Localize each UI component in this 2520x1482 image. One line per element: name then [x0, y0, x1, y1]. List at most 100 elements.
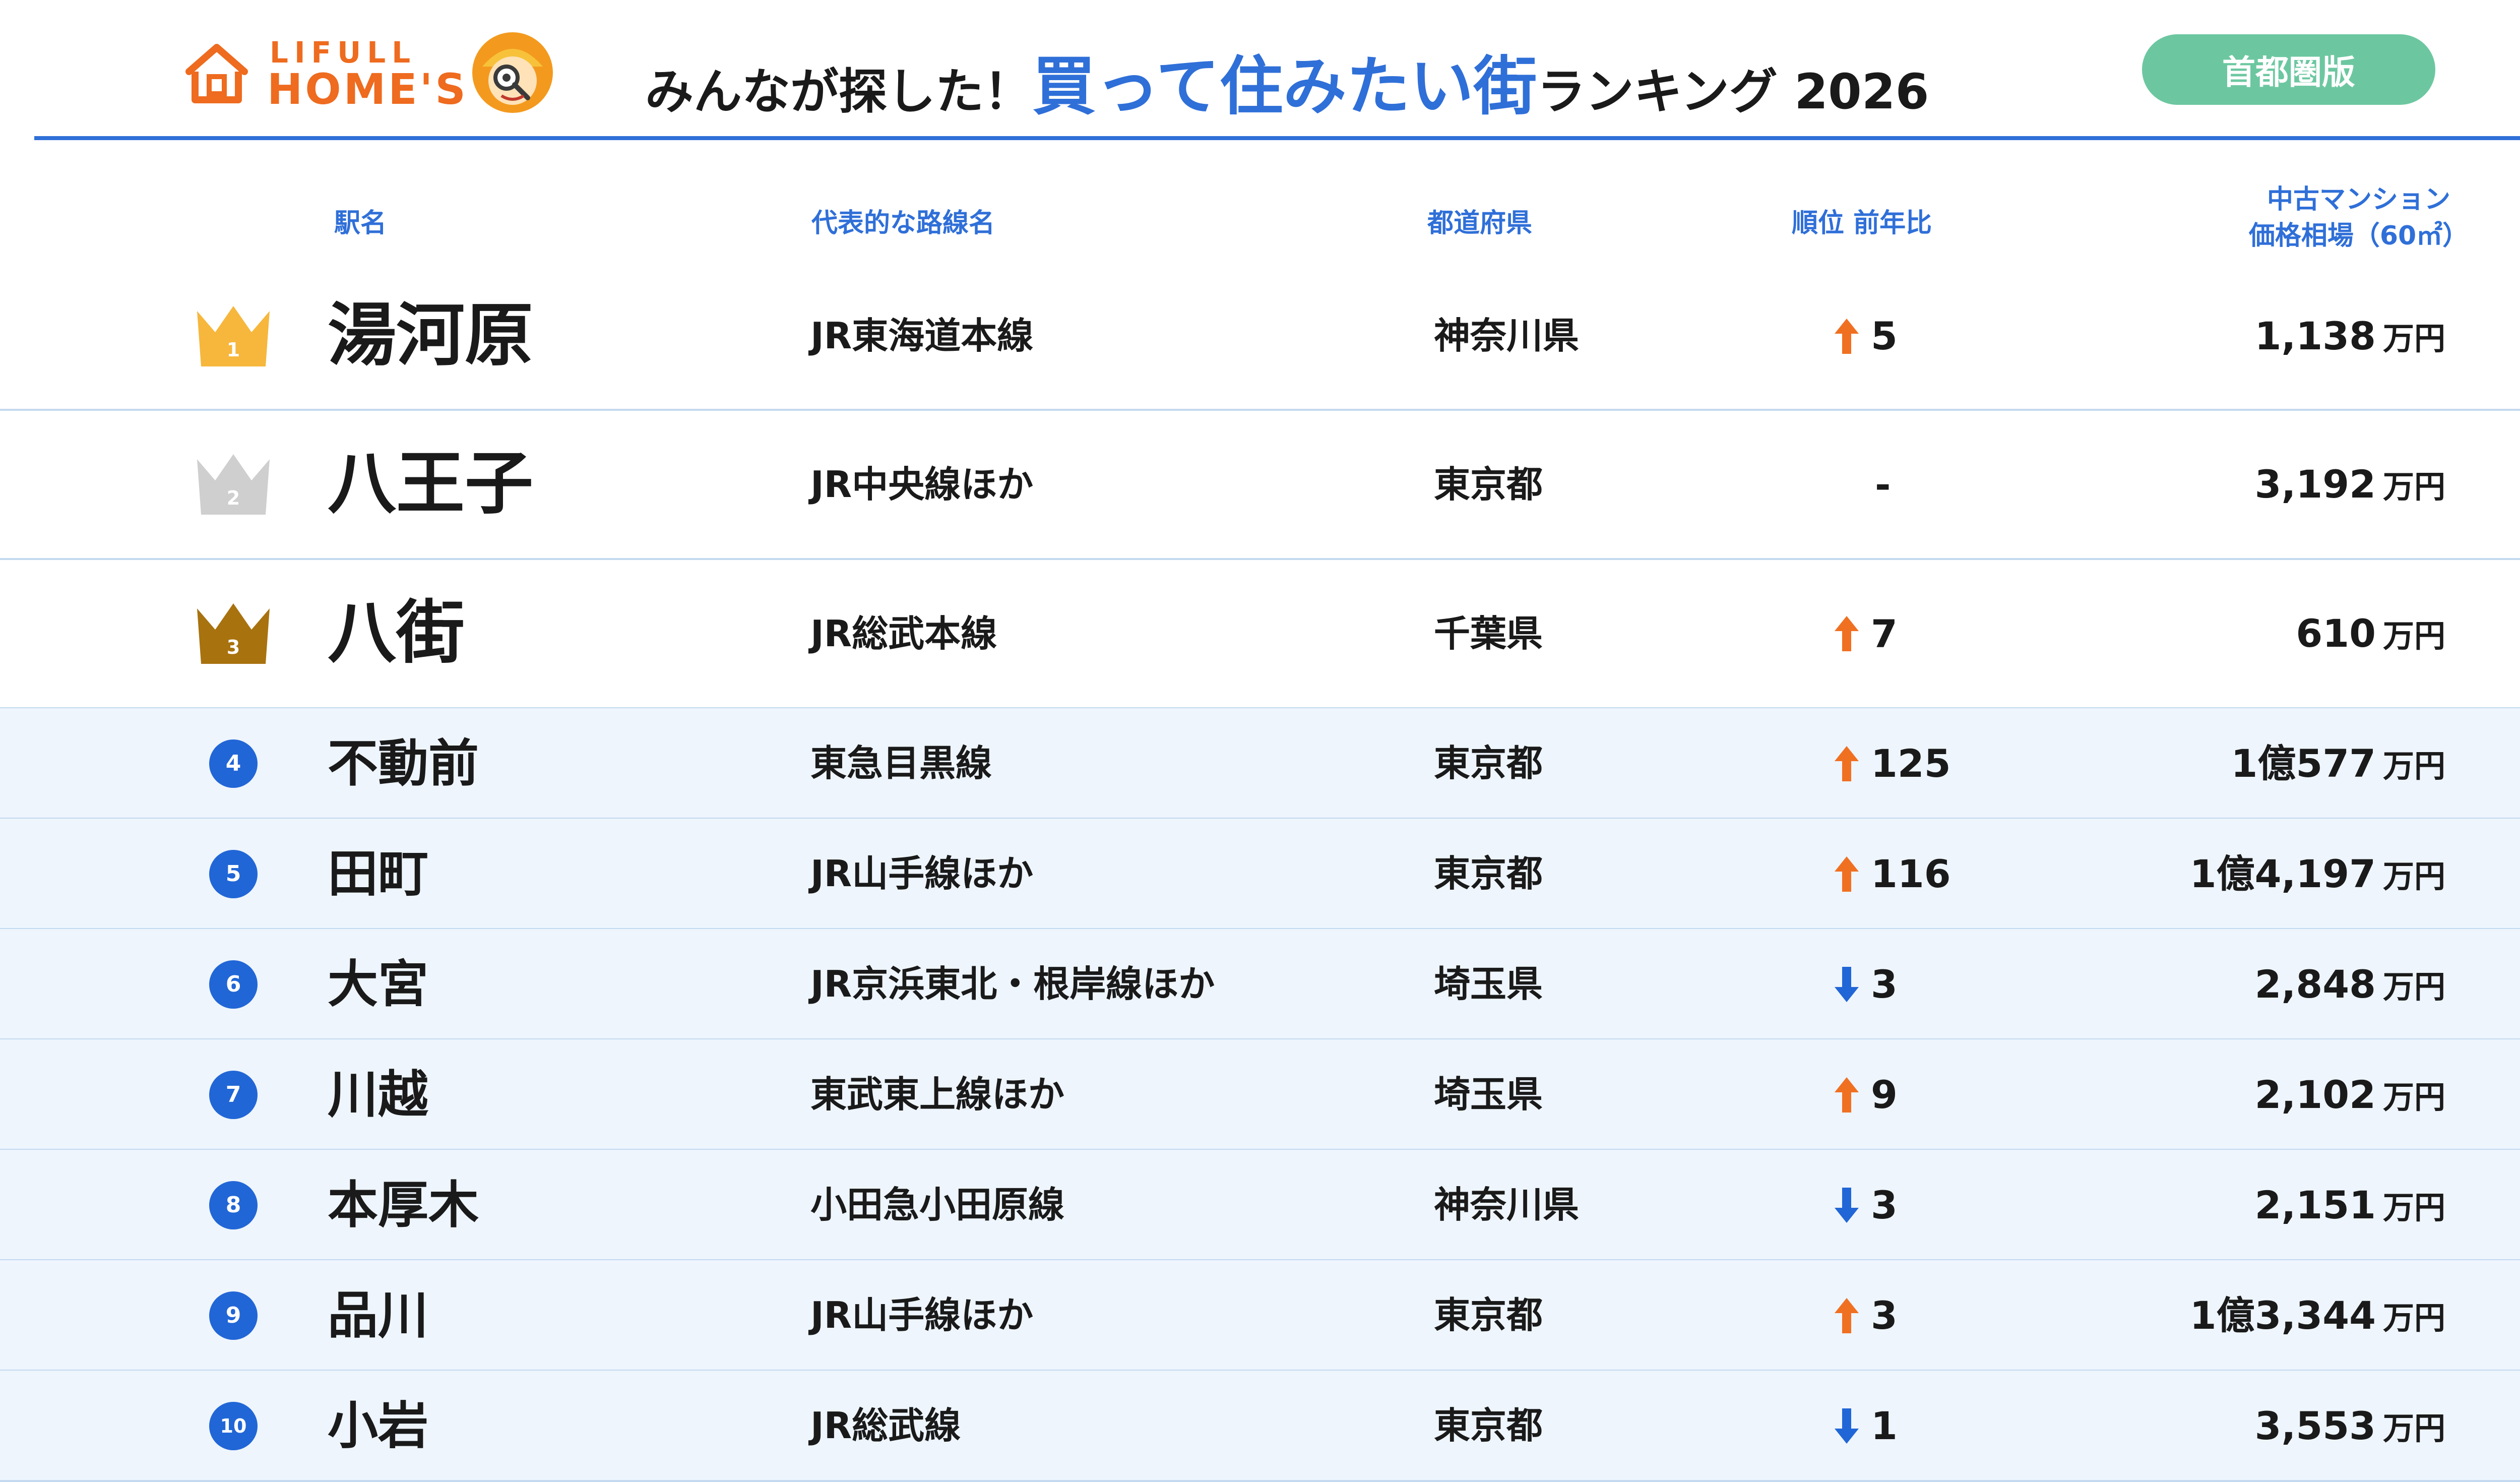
price-value: 3,553	[2254, 1403, 2376, 1448]
station-name: 小岩	[328, 1396, 428, 1455]
rank-change-value: 7	[1871, 611, 1898, 656]
station-name: 湯河原	[328, 295, 533, 376]
price-unit: 万円	[2382, 1078, 2445, 1116]
prefecture: 東京都	[1434, 742, 1543, 785]
route-name: JR東海道本線	[810, 315, 1034, 357]
house-icon	[185, 44, 248, 103]
station-name: 品川	[328, 1285, 428, 1345]
rank-change: 5	[1835, 313, 1898, 359]
price-header-line2: 価格相場（60㎡）	[2248, 221, 2469, 251]
title-suffix: ランキング 2026	[1537, 64, 1929, 120]
route-name: JR京浜東北・根岸線ほか	[810, 963, 1215, 1006]
arrow-up-icon	[1835, 1298, 1859, 1333]
column-header-station: 駅名	[334, 208, 387, 238]
rank-change: 9	[1835, 1072, 1898, 1118]
route-name: JR中央線ほか	[810, 463, 1034, 506]
title-main: 買って住みたい街	[1032, 49, 1537, 124]
rank-change-value: 3	[1871, 1293, 1898, 1338]
prefecture: 埼玉県	[1434, 963, 1543, 1006]
table-row: 9 品川 JR山手線ほか 東京都 3 1億3,344 万円	[0, 1260, 2520, 1371]
rank-badge: 6	[209, 960, 258, 1009]
price-value: 3,192	[2254, 462, 2376, 507]
gold-crown-icon: 1	[197, 305, 270, 366]
station-name: 大宮	[328, 954, 428, 1014]
price-cell: 610 万円	[2296, 610, 2445, 659]
station-name: 八街	[328, 593, 465, 673]
rank-change-value: 116	[1871, 851, 1951, 896]
price-value: 1億4,197	[2189, 851, 2376, 896]
prefecture: 埼玉県	[1434, 1073, 1543, 1116]
price-unit: 万円	[2382, 747, 2445, 784]
header-divider	[34, 136, 2520, 140]
rank-badge: 5	[209, 849, 258, 898]
prefecture: 神奈川県	[1434, 315, 1580, 357]
arrow-down-icon	[1835, 1187, 1859, 1223]
price-value: 1億3,344	[2189, 1292, 2376, 1338]
station-name: 八王子	[328, 444, 533, 524]
station-name: 不動前	[328, 733, 479, 793]
row-divider	[0, 1480, 2520, 1482]
rank-change: 7	[1835, 610, 1898, 657]
rank-change-value: 1	[1871, 1403, 1898, 1448]
price-unit: 万円	[2382, 968, 2445, 1005]
rank-change-value: -	[1875, 462, 1891, 507]
price-unit: 万円	[2382, 857, 2445, 895]
price-value: 2,848	[2254, 961, 2376, 1007]
rank-change: -	[1835, 461, 1891, 508]
route-name: 小田急小田原線	[810, 1184, 1065, 1226]
rank-badge: 8	[209, 1181, 258, 1229]
table-row: 3 八街 JR総武本線 千葉県 7 610 万円	[0, 559, 2520, 708]
price-value: 610	[2296, 611, 2376, 656]
rank-change: 116	[1835, 851, 1951, 897]
logo-homes-text: HOME'S	[267, 65, 468, 114]
column-header-prefecture: 都道府県	[1427, 208, 1533, 238]
mascot-icon	[472, 32, 553, 113]
prefecture: 東京都	[1434, 1404, 1543, 1447]
table-row: 8 本厚木 小田急小田原線 神奈川県 3 2,151 万円	[0, 1150, 2520, 1260]
price-value: 2,151	[2254, 1182, 2376, 1227]
table-row: 1 湯河原 JR東海道本線 神奈川県 5 1,138 万円	[0, 262, 2520, 410]
title-prefix: みんなが探した！	[645, 64, 1032, 120]
table-row: 5 田町 JR山手線ほか 東京都 116 1億4,197 万円	[0, 819, 2520, 929]
rank-badge: 10	[209, 1401, 258, 1450]
crown-rank-number: 1	[227, 339, 240, 361]
station-name: 田町	[328, 844, 428, 903]
price-unit: 万円	[2382, 468, 2445, 505]
table-row: 7 川越 東武東上線ほか 埼玉県 9 2,102 万円	[0, 1039, 2520, 1150]
prefecture: 千葉県	[1434, 612, 1543, 655]
price-value: 1億577	[2231, 740, 2376, 786]
edition-badge: 首都圏版	[2142, 34, 2435, 105]
crown-rank-number: 2	[227, 487, 240, 509]
prefecture: 東京都	[1434, 852, 1543, 895]
prefecture: 神奈川県	[1434, 1184, 1580, 1226]
price-value: 1,138	[2254, 313, 2376, 358]
rank-change-value: 3	[1871, 962, 1898, 1007]
arrow-up-icon	[1835, 616, 1859, 651]
route-name: JR山手線ほか	[810, 852, 1034, 895]
silver-crown-icon: 2	[197, 454, 270, 515]
page-title: みんなが探した！買って住みたい街ランキング 2026	[645, 35, 1929, 127]
station-name: 本厚木	[328, 1175, 479, 1234]
arrow-down-icon	[1835, 1408, 1859, 1444]
price-unit: 万円	[2382, 1299, 2445, 1336]
route-name: JR総武本線	[810, 612, 997, 655]
rank-change-value: 9	[1871, 1072, 1898, 1117]
price-cell: 2,848 万円	[2255, 961, 2445, 1010]
bronze-crown-icon: 3	[197, 603, 270, 664]
price-unit: 万円	[2382, 320, 2445, 357]
table-row: 6 大宮 JR京浜東北・根岸線ほか 埼玉県 3 2,848 万円	[0, 929, 2520, 1039]
price-cell: 1億4,197 万円	[2190, 851, 2445, 900]
crown-rank-number: 3	[227, 636, 240, 658]
route-name: 東武東上線ほか	[810, 1073, 1065, 1116]
price-cell: 2,102 万円	[2255, 1072, 2445, 1121]
prefecture: 東京都	[1434, 1294, 1543, 1337]
rank-change: 125	[1835, 740, 1951, 787]
arrow-down-icon	[1835, 966, 1859, 1002]
arrow-up-icon	[1835, 1077, 1859, 1113]
rank-change: 3	[1835, 961, 1898, 1008]
price-value: 2,102	[2254, 1072, 2376, 1117]
route-name: JR山手線ほか	[810, 1294, 1034, 1337]
rank-change-value: 125	[1871, 741, 1951, 786]
arrow-up-icon	[1835, 746, 1859, 781]
rank-badge: 9	[209, 1291, 258, 1340]
